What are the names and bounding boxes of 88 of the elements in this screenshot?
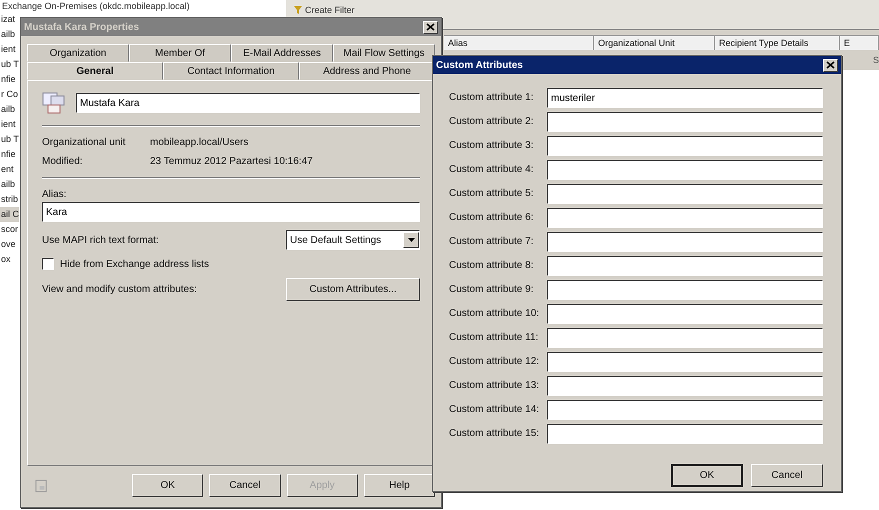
checkbox-label: Hide from Exchange address lists bbox=[60, 258, 209, 270]
attribute-field[interactable] bbox=[547, 136, 823, 156]
column-header[interactable]: Recipient Type Details bbox=[715, 36, 840, 50]
tree-item[interactable]: ient bbox=[0, 117, 20, 132]
window-title: Mustafa Kara Properties bbox=[24, 22, 140, 32]
funnel-icon bbox=[294, 6, 302, 14]
attribute-field[interactable] bbox=[547, 400, 823, 420]
mapi-label: Use MAPI rich text format: bbox=[42, 234, 159, 246]
info-value: 23 Temmuz 2012 Pazartesi 10:16:47 bbox=[150, 156, 313, 167]
tree-item[interactable]: ent bbox=[0, 162, 20, 177]
info-label: Modified: bbox=[42, 156, 84, 167]
tree-item[interactable]: r Co bbox=[0, 87, 20, 102]
attribute-field[interactable] bbox=[547, 208, 823, 228]
attribute-field[interactable] bbox=[547, 160, 823, 180]
close-button[interactable] bbox=[823, 58, 838, 72]
mapi-dropdown[interactable]: Use Default Settings bbox=[286, 230, 420, 250]
alias-label: Alias: bbox=[42, 189, 68, 200]
attribute-field[interactable] bbox=[547, 352, 823, 372]
attribute-field[interactable] bbox=[547, 424, 823, 444]
attribute-label: Custom attribute 14: bbox=[449, 403, 540, 417]
column-header[interactable]: E bbox=[840, 36, 879, 50]
attribute-label: Custom attribute 11: bbox=[449, 331, 540, 345]
attribute-label: Custom attribute 12: bbox=[449, 355, 540, 369]
tab[interactable]: Member Of bbox=[129, 44, 231, 62]
dialog-button[interactable]: Cancel bbox=[751, 464, 823, 487]
attribute-field[interactable] bbox=[547, 328, 823, 348]
custom-attributes-label: View and modify custom attributes: bbox=[42, 284, 197, 295]
tree-item[interactable]: ient bbox=[0, 42, 20, 57]
tree-item[interactable]: ailb bbox=[0, 102, 20, 117]
tree-item[interactable]: ub T bbox=[0, 132, 20, 147]
tree-root-label[interactable]: Exchange On-Premises (okdc.mobileapp.local) bbox=[2, 1, 190, 11]
create-filter-button[interactable]: Create Filter bbox=[294, 5, 355, 15]
display-name-field[interactable]: Mustafa Kara bbox=[76, 93, 420, 113]
attribute-label: Custom attribute 15: bbox=[449, 427, 540, 441]
checkbox[interactable] bbox=[42, 258, 54, 270]
attribute-label: Custom attribute 4: bbox=[449, 163, 534, 177]
info-label: Organizational unit bbox=[42, 137, 126, 148]
alias-field[interactable]: Kara bbox=[42, 202, 420, 222]
custom-attributes-button[interactable]: Custom Attributes... bbox=[286, 278, 420, 301]
tree-item[interactable]: strib bbox=[0, 192, 20, 207]
tree-item[interactable]: ailb bbox=[0, 27, 20, 42]
attribute-label: Custom attribute 1: bbox=[449, 91, 534, 105]
tab[interactable]: Contact Information bbox=[163, 62, 299, 80]
attribute-label: Custom attribute 6: bbox=[449, 211, 534, 225]
attribute-field[interactable] bbox=[547, 232, 823, 252]
attribute-field[interactable]: musteriler bbox=[547, 88, 823, 108]
tree-item[interactable]: nfie bbox=[0, 147, 20, 162]
page-icon bbox=[35, 478, 48, 492]
attribute-label: Custom attribute 9: bbox=[449, 283, 534, 297]
window-title: Custom Attributes bbox=[436, 60, 523, 70]
dialog-button[interactable]: Cancel bbox=[209, 474, 281, 497]
attribute-label: Custom attribute 10: bbox=[449, 307, 540, 321]
column-header[interactable]: Organizational Unit bbox=[594, 36, 716, 50]
close-button[interactable] bbox=[423, 20, 438, 34]
attribute-field[interactable] bbox=[547, 304, 823, 324]
attribute-label: Custom attribute 3: bbox=[449, 139, 534, 153]
tab[interactable]: General bbox=[27, 62, 163, 80]
tree-item[interactable]: ub T bbox=[0, 57, 20, 72]
tree-item[interactable]: ailb bbox=[0, 177, 20, 192]
info-value: mobileapp.local/Users bbox=[150, 137, 248, 148]
attribute-field[interactable] bbox=[547, 256, 823, 276]
column-header[interactable]: Alias bbox=[444, 36, 594, 50]
tree-item[interactable]: ail C bbox=[0, 207, 20, 222]
close-icon bbox=[826, 61, 835, 69]
tree-item[interactable]: izat bbox=[0, 12, 20, 27]
attribute-field[interactable] bbox=[547, 112, 823, 132]
attribute-field[interactable] bbox=[547, 184, 823, 204]
attribute-label: Custom attribute 8: bbox=[449, 259, 534, 273]
tree-item[interactable]: nfie bbox=[0, 72, 20, 87]
tree-item[interactable]: ox bbox=[0, 252, 20, 267]
tree-item[interactable]: scor bbox=[0, 222, 20, 237]
tab[interactable]: Address and Phone bbox=[299, 62, 435, 80]
attribute-label: Custom attribute 2: bbox=[449, 115, 534, 129]
tab[interactable]: E-Mail Addresses bbox=[231, 44, 333, 62]
close-icon bbox=[426, 23, 435, 31]
attribute-field[interactable] bbox=[547, 280, 823, 300]
user-card-icon bbox=[42, 91, 66, 115]
attribute-label: Custom attribute 5: bbox=[449, 187, 534, 201]
tree-item[interactable]: ove bbox=[0, 237, 20, 252]
attribute-field[interactable] bbox=[547, 376, 823, 396]
attribute-label: Custom attribute 13: bbox=[449, 379, 540, 393]
table-cell: S bbox=[872, 55, 879, 65]
tab[interactable]: Organization bbox=[27, 44, 129, 62]
dialog-button[interactable]: OK bbox=[132, 474, 204, 497]
dialog-button[interactable]: Help bbox=[364, 474, 435, 497]
tab[interactable]: Mail Flow Settings bbox=[333, 44, 435, 62]
attribute-label: Custom attribute 7: bbox=[449, 235, 534, 249]
dialog-button[interactable]: OK bbox=[671, 464, 743, 487]
